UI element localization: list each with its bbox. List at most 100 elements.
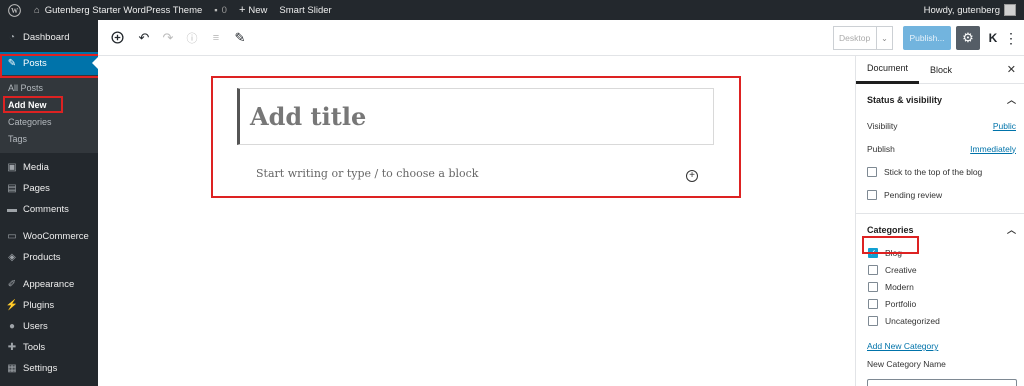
sidebar-item-label: Settings bbox=[23, 363, 58, 374]
publish-date-label: Publish bbox=[867, 143, 895, 154]
tools-edit-button[interactable]: ✎ bbox=[229, 27, 251, 49]
sidebar-item-tools[interactable]: ✚ Tools bbox=[0, 337, 98, 358]
my-account-link[interactable]: Howdy, gutenberg bbox=[918, 0, 1024, 20]
sidebar-item-label: Appearance bbox=[23, 279, 75, 290]
sidebar-item-label: Media bbox=[23, 162, 49, 173]
category-item[interactable]: Creative bbox=[856, 261, 1024, 278]
sidebar-item-appearance[interactable]: ✐ Appearance bbox=[0, 274, 98, 295]
add-block-button[interactable] bbox=[106, 27, 128, 49]
sticky-row[interactable]: Stick to the top of the blog bbox=[856, 160, 1024, 183]
gear-icon: ⚙ bbox=[962, 30, 974, 45]
panel-heading: Categories bbox=[867, 225, 914, 235]
category-label: Portfolio bbox=[885, 298, 917, 309]
sidebar-item-dashboard[interactable]: ◔ Dashboard bbox=[0, 27, 98, 48]
publish-row: Publish Immediately bbox=[856, 137, 1024, 160]
pending-row[interactable]: Pending review bbox=[856, 183, 1024, 206]
comments-link[interactable]: ▪ 0 bbox=[208, 0, 233, 20]
woocommerce-icon: ▭ bbox=[7, 231, 17, 242]
settings-button[interactable]: ⚙ bbox=[956, 26, 980, 50]
add-new-highlight bbox=[3, 96, 63, 113]
publish-date-toggle[interactable]: Immediately bbox=[970, 144, 1016, 154]
sidebar-item-products[interactable]: ◈ Products bbox=[0, 247, 98, 268]
sidebar-item-woocommerce[interactable]: ▭ WooCommerce bbox=[0, 226, 98, 247]
block-navigation-button[interactable]: ≡ bbox=[205, 27, 227, 49]
sidebar-item-comments[interactable]: ▬ Comments bbox=[0, 199, 98, 220]
category-label: Modern bbox=[885, 281, 914, 292]
posts-highlight bbox=[0, 54, 111, 78]
category-checkbox[interactable] bbox=[868, 281, 878, 292]
smart-slider-label: Smart Slider bbox=[279, 4, 332, 16]
header-right-actions: Desktop ⌄ Publish... ⚙ K ⋮ bbox=[833, 20, 1024, 56]
title-placeholder: Add title bbox=[250, 102, 367, 131]
post-title-field[interactable]: Add title bbox=[237, 88, 714, 145]
default-block-appender[interactable]: Start writing or type / to choose a bloc… bbox=[256, 167, 478, 180]
comment-icon: ▪ bbox=[214, 4, 218, 16]
status-visibility-toggle[interactable]: Status & visibility ︿ bbox=[856, 86, 1024, 114]
site-name-label: Gutenberg Starter WordPress Theme bbox=[44, 4, 203, 16]
visibility-toggle[interactable]: Public bbox=[993, 121, 1016, 131]
sidebar-item-settings[interactable]: ▦ Settings bbox=[0, 358, 98, 379]
sidebar-item-media[interactable]: ▣ Media bbox=[0, 157, 98, 178]
settings-tabs: Document Block ✕ bbox=[856, 56, 1024, 84]
wordpress-logo-icon[interactable]: W bbox=[0, 0, 28, 20]
home-icon: ⌂ bbox=[34, 4, 40, 16]
category-item[interactable]: Uncategorized bbox=[856, 312, 1024, 329]
category-checkbox[interactable] bbox=[868, 298, 878, 309]
sidebar-item-label: Plugins bbox=[23, 300, 55, 311]
paintbrush-icon: ✐ bbox=[7, 279, 17, 290]
publish-button[interactable]: Publish... bbox=[903, 26, 951, 50]
category-item[interactable]: Modern bbox=[856, 278, 1024, 295]
pages-icon: ▤ bbox=[7, 183, 17, 194]
sidebar-item-users[interactable]: ● Users bbox=[0, 316, 98, 337]
dashboard-icon: ◔ bbox=[8, 32, 16, 43]
more-menu-button[interactable]: ⋮ bbox=[1002, 26, 1020, 50]
smart-slider-link[interactable]: Smart Slider bbox=[273, 0, 337, 20]
new-category-name-label: New Category Name bbox=[867, 359, 946, 369]
preview-value: Desktop bbox=[839, 33, 871, 43]
greeting-label: Howdy, gutenberg bbox=[923, 4, 1000, 16]
redo-icon: ↷ bbox=[162, 29, 174, 45]
sidebar-item-label: Products bbox=[23, 252, 61, 263]
inline-inserter-plus-icon[interactable]: + bbox=[686, 170, 698, 182]
chevron-up-icon: ︿ bbox=[1006, 95, 1016, 105]
editor-canvas: Add title Start writing or type / to cho… bbox=[98, 56, 855, 386]
panel-heading: Status & visibility bbox=[867, 95, 943, 105]
products-icon: ◈ bbox=[8, 252, 16, 263]
undo-icon: ↶ bbox=[138, 29, 150, 45]
tab-block[interactable]: Block bbox=[919, 56, 963, 84]
new-content-link[interactable]: + New bbox=[233, 0, 273, 20]
redo-button[interactable]: ↷ bbox=[157, 27, 179, 49]
users-icon: ● bbox=[8, 321, 16, 332]
add-new-category-link[interactable]: Add New Category bbox=[856, 341, 1024, 355]
settings-icon: ▦ bbox=[7, 363, 17, 374]
settings-sidebar: Document Block ✕ Status & visibility ︿ V… bbox=[855, 56, 1024, 386]
close-icon[interactable]: ✕ bbox=[1007, 63, 1016, 76]
svg-text:W: W bbox=[10, 7, 18, 15]
category-checkbox[interactable] bbox=[868, 264, 878, 275]
sticky-checkbox[interactable] bbox=[867, 166, 877, 177]
list-icon: ≡ bbox=[212, 31, 220, 44]
category-item[interactable]: Portfolio bbox=[856, 295, 1024, 312]
undo-button[interactable]: ↶ bbox=[133, 27, 155, 49]
pending-label: Pending review bbox=[884, 189, 943, 200]
info-button[interactable]: ⓘ bbox=[181, 27, 203, 49]
sticky-label: Stick to the top of the blog bbox=[884, 166, 983, 177]
new-category-name-input[interactable] bbox=[867, 379, 1017, 386]
submenu-item-tags[interactable]: Tags bbox=[0, 130, 98, 147]
media-icon: ▣ bbox=[7, 162, 17, 173]
submenu-item-all-posts[interactable]: All Posts bbox=[0, 79, 98, 96]
plugin-k-button[interactable]: K bbox=[984, 26, 1002, 50]
visibility-row: Visibility Public bbox=[856, 114, 1024, 137]
k-logo-icon: K bbox=[988, 31, 998, 45]
preview-select[interactable]: Desktop ⌄ bbox=[833, 26, 893, 50]
pending-checkbox[interactable] bbox=[867, 189, 877, 200]
category-checkbox[interactable] bbox=[868, 315, 878, 326]
submenu-item-categories[interactable]: Categories bbox=[0, 113, 98, 130]
site-name-link[interactable]: ⌂ Gutenberg Starter WordPress Theme bbox=[28, 0, 208, 20]
sidebar-item-pages[interactable]: ▤ Pages bbox=[0, 178, 98, 199]
blog-category-highlight bbox=[862, 236, 919, 254]
tab-document[interactable]: Document bbox=[856, 56, 920, 84]
sidebar-item-plugins[interactable]: ⚡ Plugins bbox=[0, 295, 98, 316]
posts-submenu: All Posts Add New Categories Tags bbox=[0, 75, 98, 153]
info-icon: ⓘ bbox=[186, 32, 198, 45]
